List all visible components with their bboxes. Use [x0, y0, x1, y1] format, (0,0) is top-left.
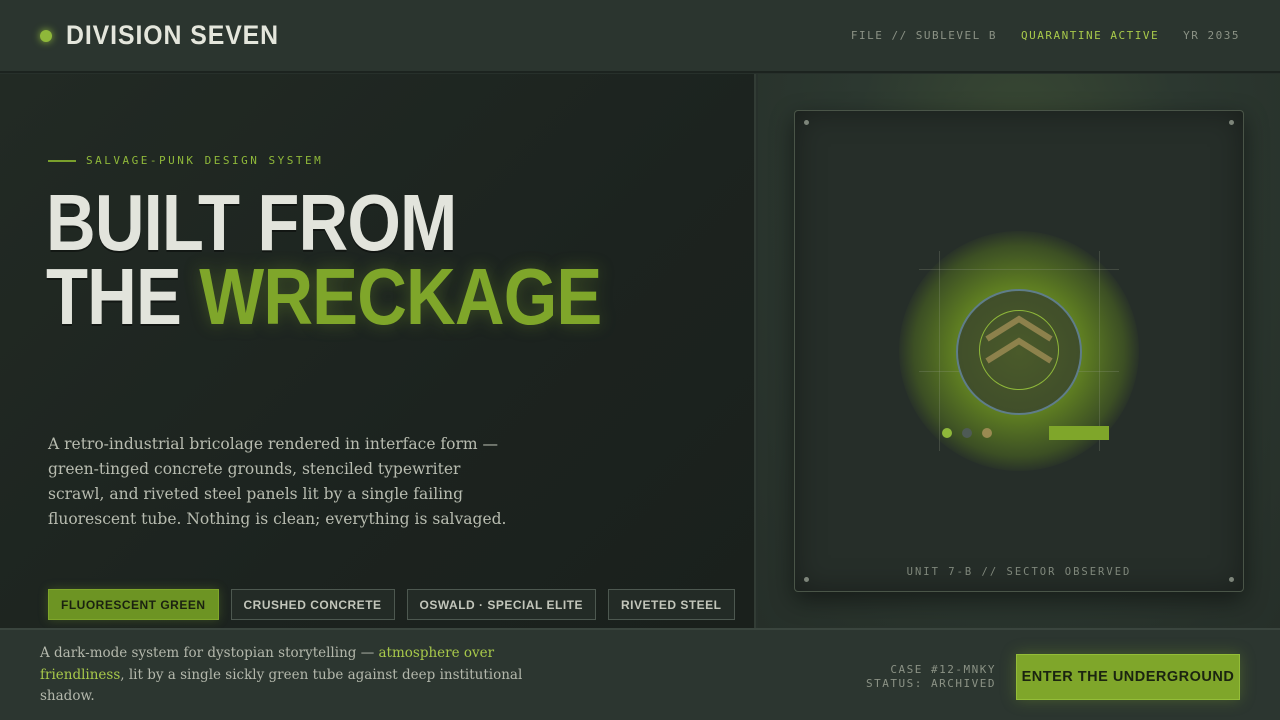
top-header: DIVISION SEVEN FILE // SUBLEVEL B QUARAN… — [0, 0, 1280, 73]
status-indicator-icon — [40, 29, 52, 42]
headline-accent: WRECKAGE — [199, 252, 602, 341]
indicator-dot — [942, 428, 952, 438]
quarantine-status: QUARANTINE ACTIVE — [1021, 29, 1160, 42]
case-number: CASE #12-MNKY — [890, 663, 996, 676]
year-label: YR 2035 — [1183, 29, 1240, 42]
footer-description: A dark-mode system for dystopian storyte… — [40, 643, 560, 708]
headline-line-2-prefix: THE — [46, 252, 200, 341]
hero-panel: SALVAGE-PUNK DESIGN SYSTEM BUILT FROM TH… — [0, 74, 756, 628]
brand-name: DIVISION SEVEN — [66, 20, 280, 50]
eyebrow: SALVAGE-PUNK DESIGN SYSTEM — [48, 154, 323, 167]
tag-fluorescent-green[interactable]: FLUORESCENT GREEN — [48, 589, 219, 620]
grid-line — [939, 251, 940, 451]
eyebrow-rule — [48, 159, 76, 162]
file-label: FILE // SUBLEVEL B — [850, 29, 998, 42]
tag-typography[interactable]: OSWALD · SPECIAL ELITE — [406, 589, 596, 620]
tag-riveted-steel[interactable]: RIVETED STEEL — [608, 589, 735, 620]
grid-line — [919, 269, 1119, 270]
tag-crushed-concrete[interactable]: CRUSHED CONCRETE — [230, 589, 395, 620]
tag-list: FLUORESCENT GREEN CRUSHED CONCRETE OSWAL… — [48, 589, 735, 620]
enter-underground-button[interactable]: ENTER THE UNDERGROUND — [1016, 654, 1240, 700]
header-meta: FILE // SUBLEVEL B QUARANTINE ACTIVE YR … — [851, 29, 1240, 42]
monitor-frame: UNIT 7-B // SECTOR OBSERVED — [794, 110, 1244, 592]
case-status: STATUS: ARCHIVED — [866, 677, 996, 690]
hero-description: A retro-industrial bricolage rendered in… — [48, 435, 507, 528]
page-title: BUILT FROM THE WRECKAGE — [46, 183, 602, 337]
monitor-caption: UNIT 7-B // SECTOR OBSERVED — [906, 566, 1132, 578]
case-info: CASE #12-MNKY STATUS: ARCHIVED — [866, 663, 996, 691]
visual-panel: UNIT 7-B // SECTOR OBSERVED — [758, 74, 1280, 628]
footer: A dark-mode system for dystopian storyte… — [0, 628, 1280, 720]
brand[interactable]: DIVISION SEVEN — [40, 20, 298, 51]
chevron-up-icon — [985, 315, 1053, 364]
rivet-icon — [1229, 120, 1234, 125]
indicator-dot — [962, 428, 972, 438]
rivet-icon — [804, 120, 809, 125]
grid-line — [1099, 251, 1100, 451]
eyebrow-text: SALVAGE-PUNK DESIGN SYSTEM — [86, 154, 324, 167]
signal-bar — [1049, 426, 1109, 440]
footer-text-prefix: A dark-mode system for dystopian storyte… — [40, 645, 379, 661]
indicator-dot — [982, 428, 992, 438]
